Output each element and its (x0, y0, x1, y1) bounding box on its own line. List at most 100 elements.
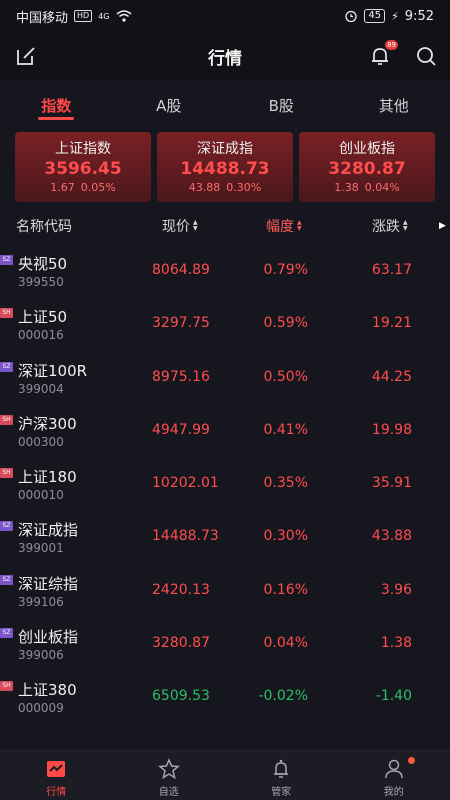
market-badge: SZ (0, 361, 13, 372)
index-change: 1.67 (50, 181, 75, 194)
nav-assistant[interactable]: 管家 (225, 751, 338, 800)
table-row[interactable]: SZ 深证综指 399106 2420.13 0.16% 3.96 (0, 563, 450, 616)
nav-watchlist[interactable]: 自选 (113, 751, 226, 800)
row-change: 19.98 (371, 421, 412, 438)
tab-a-shares[interactable]: A股 (113, 86, 226, 126)
row-name: 上证180 (18, 468, 77, 487)
market-badge: SH (0, 468, 13, 479)
sort-icon: ▲ ▼ (403, 219, 408, 232)
table-row[interactable]: SZ 深证100R 399004 8975.16 0.50% 44.25 (0, 350, 450, 403)
row-change: 63.17 (371, 262, 412, 278)
row-code: 000300 (18, 434, 64, 449)
row-pct: 0.16% (263, 581, 308, 598)
row-pct: 0.04% (263, 635, 308, 652)
row-code: 399106 (18, 594, 64, 609)
row-price: 6509.53 (152, 688, 210, 705)
clock: 9:52 (404, 8, 434, 24)
nav-profile[interactable]: 我的 (338, 751, 450, 800)
column-price-label: 现价 (162, 219, 190, 235)
row-name: 创业板指 (18, 628, 79, 647)
tab-index[interactable]: 指数 (0, 86, 113, 126)
table-row[interactable]: SZ 央视50 399550 8064.89 0.79% 63.17 (0, 243, 450, 296)
index-list: SZ 央视50 399550 8064.89 0.79% 63.17 SH 上证… (0, 243, 450, 723)
row-change: 19.21 (371, 315, 412, 332)
column-pct-header[interactable]: 幅度 ▲ ▼ (266, 216, 302, 236)
row-price: 4947.99 (152, 421, 210, 438)
index-change: 43.88 (188, 181, 221, 194)
row-code: 000009 (18, 701, 64, 716)
table-row[interactable]: SH 上证180 000010 10202.01 0.35% 35.91 (0, 456, 450, 509)
alarm-icon (345, 10, 357, 23)
nav-label: 我的 (383, 787, 404, 798)
index-card-shenzhen[interactable]: 深证成指 14488.73 43.88 0.30% (157, 132, 293, 202)
table-row[interactable]: SH 上证380 000009 6509.53 -0.02% -1.40 (0, 669, 450, 722)
row-pct: 0.59% (263, 315, 308, 332)
row-name: 沪深300 (18, 414, 77, 433)
chart-icon (47, 761, 66, 777)
table-row[interactable]: SH 沪深300 000300 4947.99 0.41% 19.98 (0, 403, 450, 456)
carrier-label: 中国移动 (16, 10, 69, 26)
row-code: 399004 (18, 381, 64, 396)
market-tabs: 指数 A股 B股 其他 (0, 86, 450, 126)
charging-icon: ⚡ (391, 9, 399, 23)
row-price: 2420.13 (152, 581, 210, 598)
index-name: 上证指数 (55, 141, 111, 157)
index-change: 1.38 (334, 181, 359, 194)
network-type: 4G (98, 11, 110, 21)
row-change: 3.96 (380, 581, 412, 598)
row-pct: 0.79% (263, 262, 308, 278)
market-badge: SH (0, 308, 13, 319)
row-name: 深证综指 (18, 574, 79, 593)
row-price: 10202.01 (152, 475, 219, 492)
index-pct: 0.05% (80, 181, 116, 194)
market-badge: SZ (0, 521, 13, 532)
notification-button[interactable]: 89 (368, 40, 398, 68)
index-card-chinext[interactable]: 创业板指 3280.87 1.38 0.04% (299, 132, 435, 202)
scroll-right-icon[interactable]: ▶ (439, 221, 446, 231)
index-value: 14488.73 (180, 159, 270, 179)
row-name: 上证380 (18, 681, 77, 700)
row-pct: 0.30% (263, 528, 308, 545)
column-change-header[interactable]: 涨跌 ▲ ▼ (372, 216, 408, 236)
table-row[interactable]: SZ 深证成指 399001 14488.73 0.30% 43.88 (0, 509, 450, 562)
column-name-header: 名称代码 (16, 219, 72, 235)
column-price-header[interactable]: 现价 ▲ ▼ (162, 216, 198, 236)
row-code: 399550 (18, 275, 64, 289)
table-header: 名称代码 现价 ▲ ▼ 幅度 ▲ ▼ 涨跌 ▲ ▼ ▶ (0, 210, 450, 242)
row-name: 央视50 (18, 255, 68, 273)
index-value: 3280.87 (328, 159, 406, 179)
column-pct-label: 幅度 (266, 219, 294, 235)
row-change: 1.38 (380, 635, 412, 652)
user-icon (385, 759, 403, 779)
index-pct: 0.30% (226, 181, 262, 194)
index-cards: 上证指数 3596.45 1.67 0.05% 深证成指 14488.73 43.… (15, 132, 435, 202)
table-row[interactable]: SZ 创业板指 399006 3280.87 0.04% 1.38 (0, 616, 450, 669)
nav-label: 自选 (158, 787, 179, 798)
notification-dot (407, 757, 415, 764)
row-price: 8975.16 (152, 368, 210, 385)
notification-count-badge: 89 (385, 40, 398, 50)
nav-label: 管家 (271, 787, 292, 798)
search-icon[interactable] (414, 44, 438, 68)
app-header: 行情 89 (0, 32, 450, 80)
nav-market[interactable]: 行情 (0, 751, 113, 800)
market-badge: SH (0, 414, 13, 425)
row-change: -1.40 (375, 688, 412, 705)
row-name: 深证100R (18, 361, 88, 380)
row-pct: -0.02% (258, 688, 308, 705)
index-card-shanghai[interactable]: 上证指数 3596.45 1.67 0.05% (15, 132, 151, 202)
tab-other[interactable]: 其他 (338, 86, 450, 126)
row-price: 14488.73 (152, 528, 219, 545)
market-badge: SZ (0, 628, 13, 639)
table-row[interactable]: SH 上证50 000016 3297.75 0.59% 19.21 (0, 296, 450, 349)
index-name: 创业板指 (339, 141, 395, 157)
sort-desc-icon: ▲ ▼ (297, 219, 302, 232)
row-code: 399006 (18, 648, 64, 663)
row-change: 44.25 (371, 368, 412, 385)
row-change: 35.91 (371, 475, 412, 492)
battery-level: 45 (364, 9, 386, 23)
nav-label: 行情 (46, 787, 67, 798)
tab-b-shares[interactable]: B股 (225, 86, 338, 126)
market-badge: SZ (0, 255, 13, 265)
row-price: 3280.87 (152, 635, 210, 652)
